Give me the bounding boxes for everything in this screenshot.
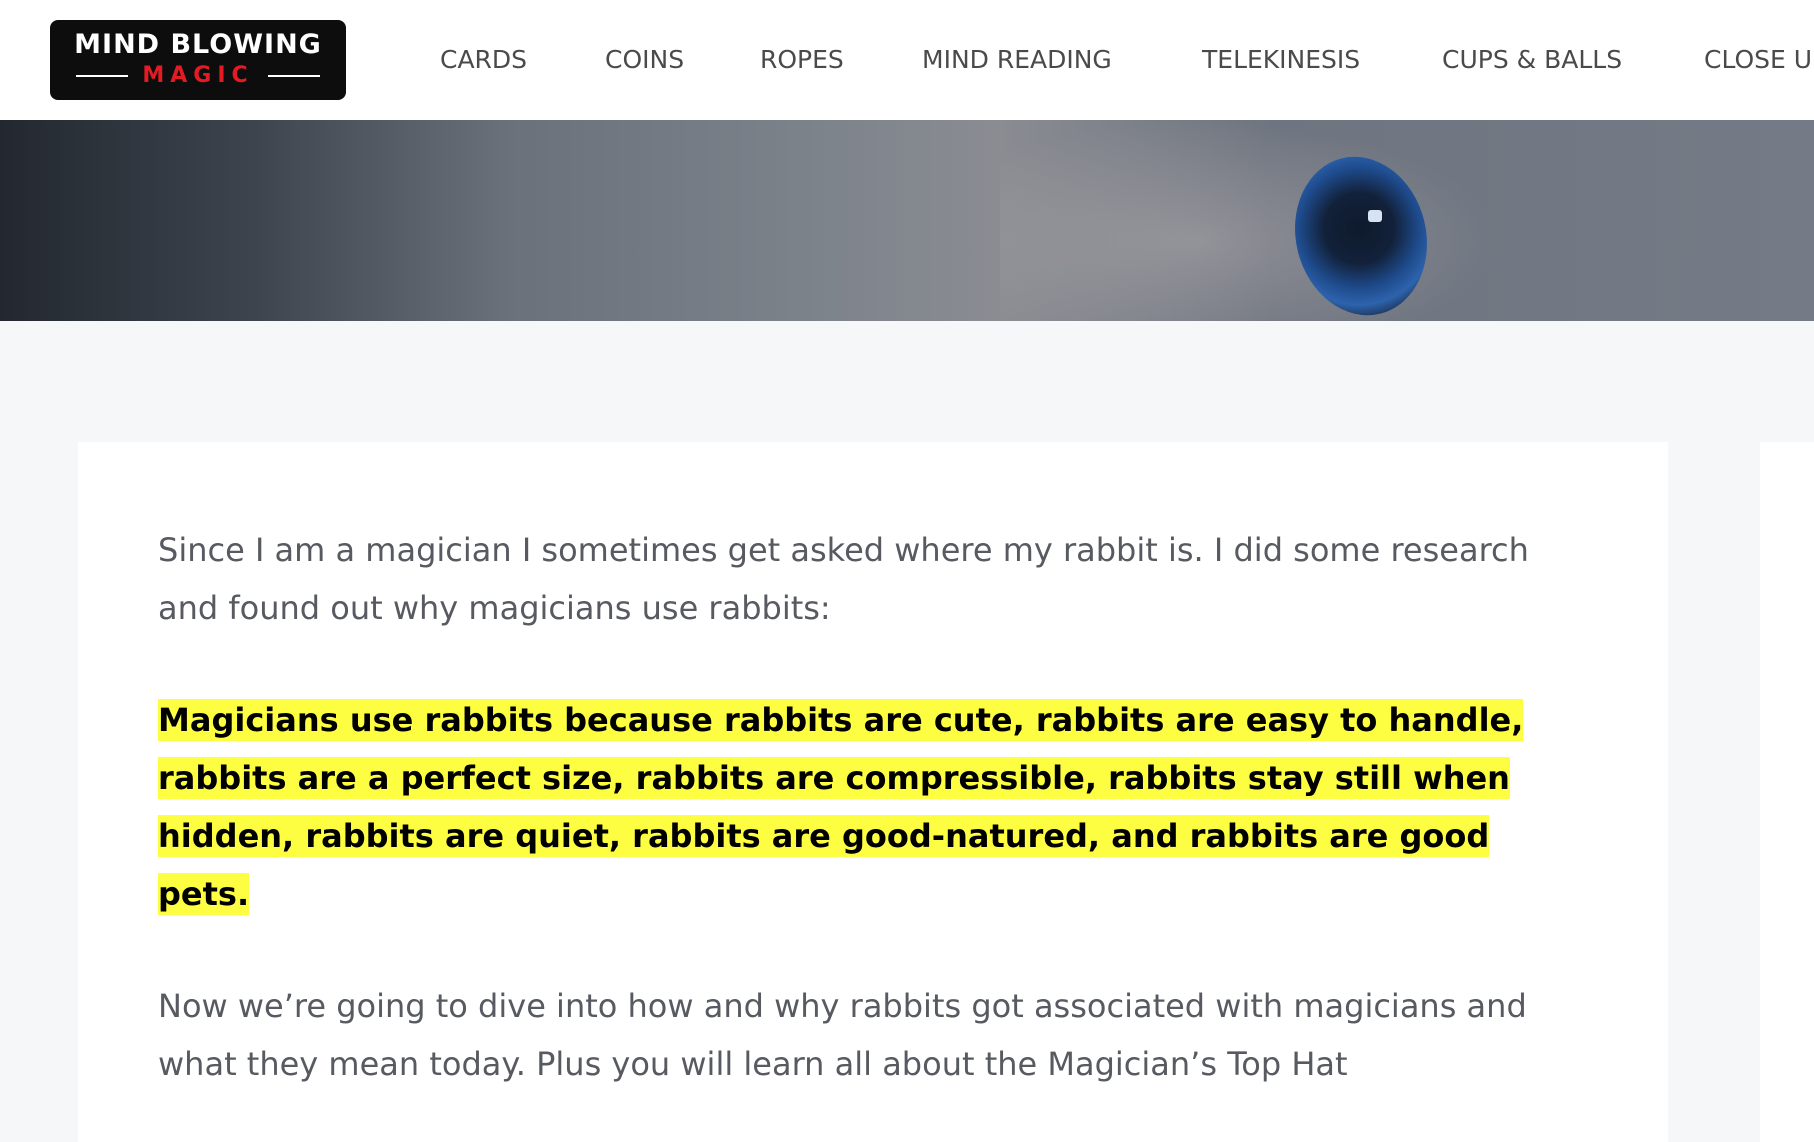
article-intro: Since I am a magician I sometimes get as…: [158, 531, 1529, 627]
article-highlight: Magicians use rabbits because rabbits ar…: [158, 699, 1524, 915]
article-highlight-paragraph: Magicians use rabbits because rabbits ar…: [158, 691, 1578, 923]
nav-item-close-up[interactable]: CLOSE U: [1704, 44, 1812, 76]
hero-eye-glint: [1368, 210, 1382, 222]
nav-item-coins[interactable]: COINS: [605, 44, 684, 76]
logo-subtitle-row: MAGIC: [50, 64, 346, 88]
nav-item-cards[interactable]: CARDS: [440, 44, 527, 76]
hero-image: [0, 120, 1814, 321]
logo-subtitle: MAGIC: [142, 63, 254, 88]
hero-rabbit-fur: [1000, 120, 1500, 321]
logo-title: MIND BLOWING: [74, 29, 322, 60]
nav-item-ropes[interactable]: ROPES: [760, 44, 844, 76]
site-header: MIND BLOWING MAGIC CARDS COINS ROPES MIN…: [0, 0, 1814, 120]
logo-divider-right: [267, 75, 320, 77]
nav-item-cups-balls[interactable]: CUPS & BALLS: [1442, 44, 1622, 76]
nav-item-telekinesis[interactable]: TELEKINESIS: [1202, 44, 1360, 76]
sidebar-panel: [1760, 442, 1814, 1142]
article-followup: Now we’re going to dive into how and why…: [158, 987, 1527, 1083]
nav-item-mind-reading[interactable]: MIND READING: [922, 44, 1112, 76]
logo-divider-left: [76, 75, 129, 77]
site-logo[interactable]: MIND BLOWING MAGIC: [50, 20, 346, 100]
